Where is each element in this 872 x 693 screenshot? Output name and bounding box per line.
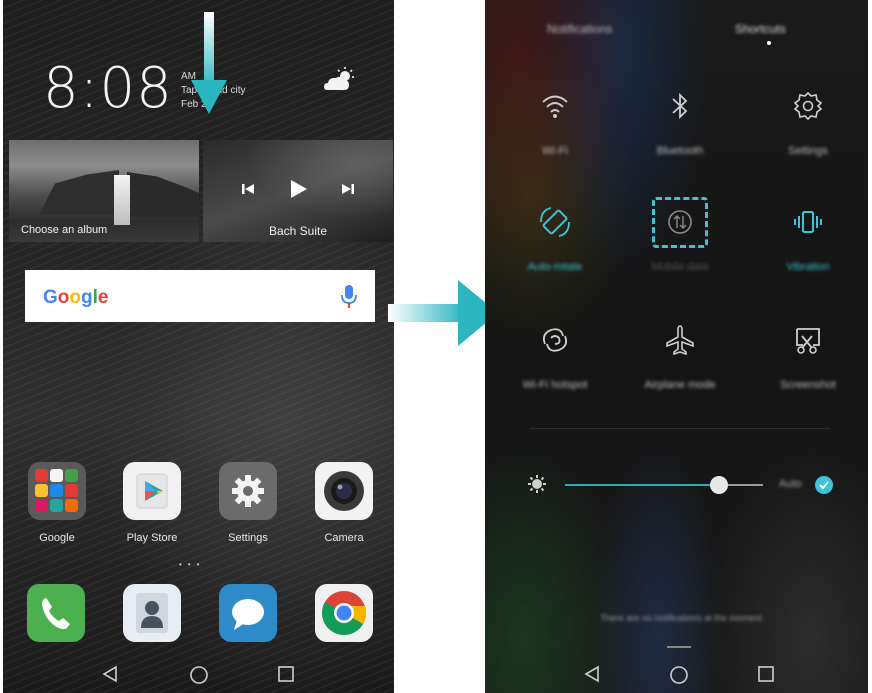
hotspot-icon [542, 328, 568, 352]
home-icon[interactable] [189, 665, 209, 685]
google-search-bar[interactable]: Google [25, 270, 375, 322]
google-logo-letter: e [97, 287, 109, 308]
auto-brightness-label: Auto [779, 478, 802, 490]
album-widget[interactable]: Choose an album [9, 140, 199, 242]
app-settings[interactable]: Settings [215, 462, 281, 544]
album-art-cliff-left [39, 170, 119, 215]
tile-wifi[interactable]: Wi-Fi [500, 88, 610, 157]
tile-screenshot[interactable]: Screenshot [753, 322, 863, 391]
google-logo-letter: g [81, 287, 93, 308]
vibration-icon [794, 211, 822, 233]
clock-time: 8:08 [43, 56, 173, 121]
tile-settings[interactable]: Settings [753, 88, 863, 157]
google-logo-letter: o [69, 287, 81, 308]
panel-drag-handle[interactable] [667, 646, 691, 648]
mic-icon[interactable] [341, 284, 357, 310]
auto-rotate-icon [540, 207, 570, 237]
tile-bluetooth[interactable]: Bluetooth [625, 88, 735, 157]
google-logo: Google [43, 287, 108, 309]
back-icon[interactable] [101, 665, 119, 683]
app-camera[interactable]: Camera [311, 462, 377, 544]
tile-airplane[interactable]: Airplane mode [625, 322, 735, 391]
wifi-icon [542, 95, 568, 118]
settings-icon [793, 91, 823, 121]
album-art-cliff-right [127, 172, 199, 217]
tile-label: Auto-rotate [527, 261, 583, 273]
active-tab-indicator [767, 41, 771, 45]
swipe-down-arrow-icon [191, 12, 227, 114]
app-label: Google [39, 532, 75, 544]
music-widget: Bach Suite [203, 140, 393, 242]
tile-label: Wi-Fi [542, 145, 568, 157]
app-label: Camera [324, 532, 364, 544]
google-logo-letter: G [43, 287, 58, 308]
bluetooth-icon [672, 92, 688, 120]
tab-shortcuts[interactable]: Shortcuts [735, 22, 786, 36]
brightness-slider-handle[interactable] [710, 476, 729, 494]
contacts-icon[interactable] [123, 584, 181, 642]
tab-notifications[interactable]: Notifications [547, 22, 612, 36]
tile-label: Vibration [786, 261, 830, 273]
play-store-icon [123, 462, 181, 520]
google-folder-icon [28, 462, 86, 520]
chrome-icon[interactable] [315, 584, 373, 642]
messaging-icon[interactable] [219, 584, 277, 642]
tile-hotspot[interactable]: Wi-Fi hotspot [500, 322, 610, 391]
auto-brightness-checkbox[interactable] [815, 476, 833, 494]
tile-label: Bluetooth [656, 145, 704, 157]
airplane-icon [666, 325, 694, 356]
album-label: Choose an album [21, 224, 108, 236]
previous-track-icon[interactable] [241, 182, 255, 196]
navigation-bar [3, 655, 394, 693]
mobile-data-highlight [652, 197, 708, 248]
transition-arrow-icon [388, 280, 498, 346]
tile-label: Airplane mode [644, 379, 716, 391]
brightness-slider-track[interactable] [565, 484, 720, 486]
recent-apps-icon[interactable] [277, 665, 295, 683]
tile-label: Mobile data [651, 261, 709, 273]
google-logo-letter: o [57, 287, 70, 308]
tile-label: Settings [788, 145, 828, 157]
phone-icon[interactable] [27, 584, 85, 642]
music-title: Bach Suite [268, 224, 328, 238]
back-icon[interactable] [583, 665, 601, 683]
app-label: Play Store [126, 532, 178, 544]
tile-auto-rotate[interactable]: Auto-rotate [500, 204, 610, 273]
google-logo-text: Google [43, 287, 108, 308]
navigation-bar [485, 655, 868, 693]
notification-panel: Notifications Shortcuts Wi-Fi Bluetooth … [485, 0, 868, 693]
no-notifications-text: There are no notifications at the moment [600, 613, 762, 623]
page-indicator: ••• [179, 560, 206, 569]
home-icon[interactable] [669, 665, 689, 685]
brightness-icon [528, 475, 546, 493]
app-label: Settings [228, 532, 268, 544]
play-icon[interactable] [287, 178, 309, 200]
tile-vibration[interactable]: Vibration [753, 204, 863, 273]
tile-label: Wi-Fi hotspot [522, 379, 588, 391]
app-google[interactable]: Google [24, 462, 90, 544]
tile-label: Screenshot [780, 379, 836, 391]
next-track-icon[interactable] [341, 182, 355, 196]
settings-gear-icon [219, 462, 277, 520]
cloud-sun-icon[interactable] [323, 66, 357, 94]
checkmark-icon [819, 481, 829, 490]
screenshot-icon [796, 328, 820, 354]
camera-icon [315, 462, 373, 520]
divider [530, 428, 830, 429]
album-art-waterfall [114, 175, 130, 225]
home-screen: 8:08 AM Tap to add city Feb 24 Choose an… [3, 0, 394, 693]
recent-apps-icon[interactable] [757, 665, 775, 683]
app-play-store[interactable]: Play Store [119, 462, 185, 544]
